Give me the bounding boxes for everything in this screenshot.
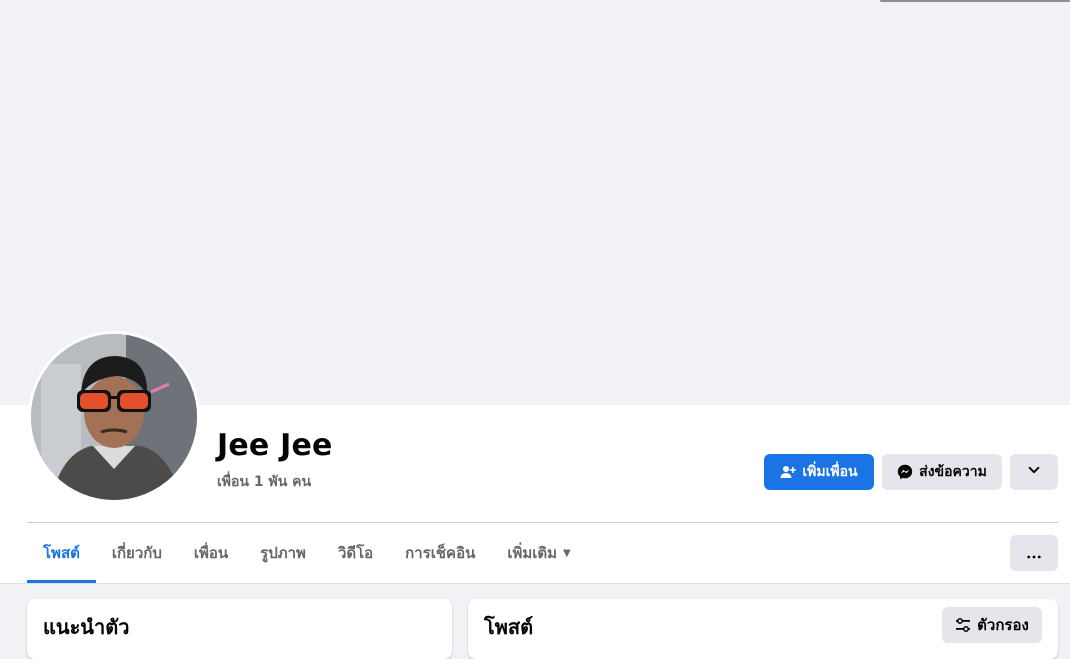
- profile-options-button[interactable]: [1010, 454, 1058, 490]
- posts-title: โพสต์: [484, 615, 534, 639]
- tab-checkins[interactable]: การเช็คอิน: [389, 526, 491, 583]
- filter-label: ตัวกรอง: [977, 616, 1029, 634]
- add-friend-label: เพิ่มเพื่อน: [802, 464, 858, 480]
- chevron-down-icon: [1027, 463, 1041, 481]
- friends-count[interactable]: เพื่อน 1 พัน คน: [217, 471, 311, 493]
- avatar-image: [31, 334, 197, 500]
- caret-down-icon: ▼: [563, 547, 571, 559]
- message-label: ส่งข้อความ: [919, 464, 987, 480]
- top-scroll-indicator: [880, 0, 1070, 2]
- profile-name: Jee Jee: [217, 428, 333, 463]
- tab-videos[interactable]: วิดีโอ: [322, 526, 389, 583]
- header-divider: [27, 522, 1058, 523]
- intro-title: แนะนำตัว: [43, 615, 130, 639]
- tab-photos[interactable]: รูปภาพ: [244, 526, 322, 583]
- add-friend-button[interactable]: เพิ่มเพื่อน: [764, 454, 874, 490]
- more-options-button[interactable]: [1010, 535, 1058, 571]
- add-friend-icon: [780, 464, 797, 480]
- filter-button[interactable]: ตัวกรอง: [942, 607, 1042, 643]
- profile-tabs: โพสต์ เกี่ยวกับ เพื่อน รูปภาพ วิดีโอ การ…: [27, 526, 587, 583]
- profile-avatar[interactable]: [28, 331, 200, 503]
- intro-card: แนะนำตัว: [27, 599, 452, 659]
- tab-about[interactable]: เกี่ยวกับ: [96, 526, 178, 583]
- tab-more[interactable]: เพิ่มเติม ▼: [491, 526, 586, 583]
- tab-friends[interactable]: เพื่อน: [178, 526, 244, 583]
- messenger-icon: [897, 464, 913, 480]
- tab-posts[interactable]: โพสต์: [27, 526, 96, 583]
- posts-card: โพสต์ ตัวกรอง: [468, 599, 1058, 659]
- message-button[interactable]: ส่งข้อความ: [882, 454, 1002, 490]
- filter-icon: [955, 617, 971, 633]
- more-dots-icon: [1027, 543, 1041, 564]
